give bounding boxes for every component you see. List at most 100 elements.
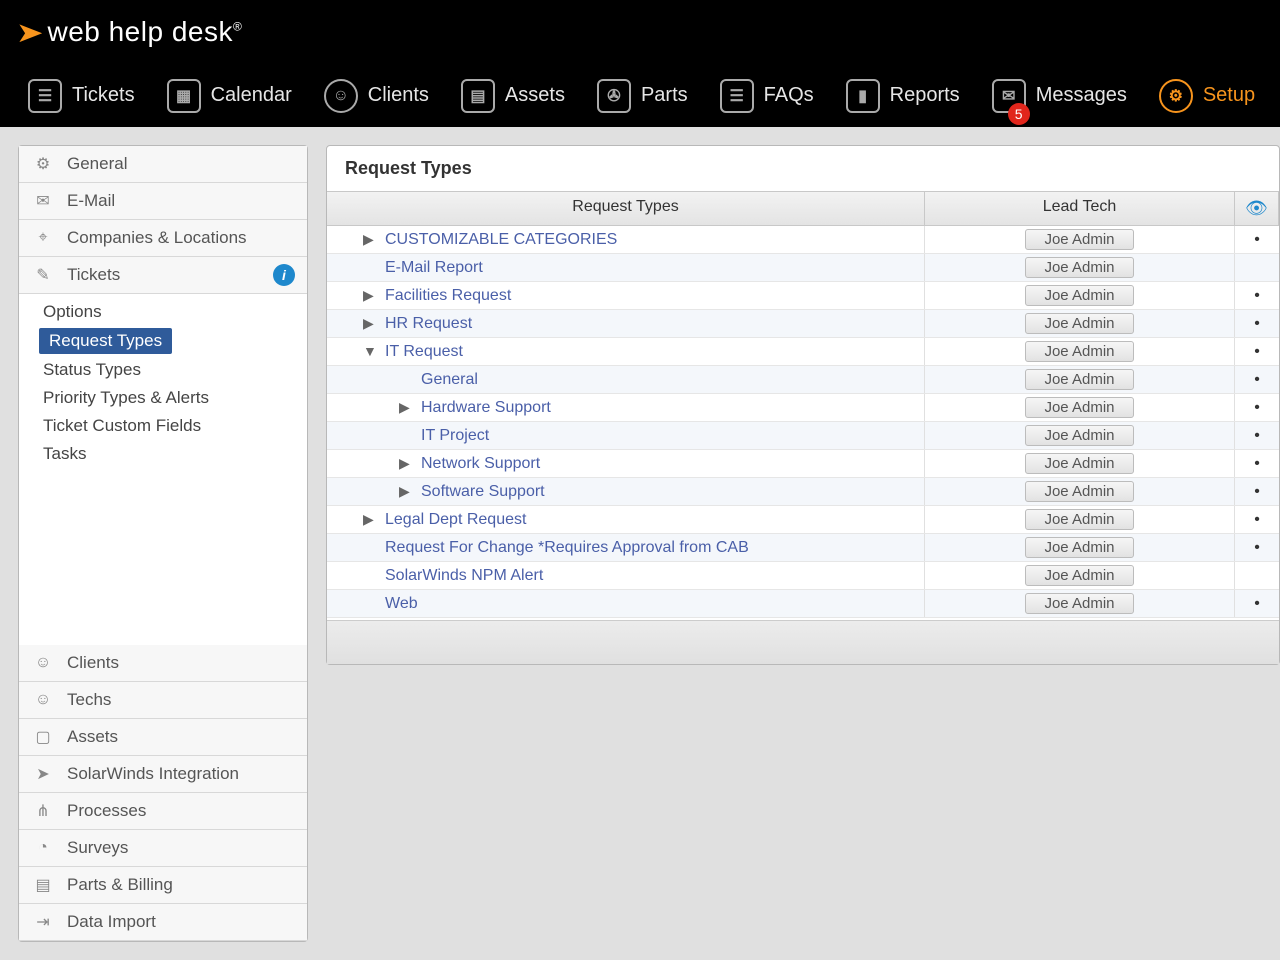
request-type-row[interactable]: ▶Software SupportJoe Admin•	[327, 478, 1279, 506]
request-type-name-cell[interactable]: ▶Facilities Request	[327, 282, 925, 309]
lead-tech-button[interactable]: Joe Admin	[1025, 425, 1133, 446]
sidebar-item-assets[interactable]: ▢Assets	[19, 719, 307, 756]
solarwinds-integration-icon: ➤	[31, 762, 55, 786]
col-header-name: Request Types	[327, 192, 925, 225]
request-type-row[interactable]: IT Project Joe Admin •	[327, 422, 1279, 450]
request-type-label: SolarWinds NPM Alert	[385, 567, 543, 585]
request-type-row[interactable]: ▶Hardware SupportJoe Admin•	[327, 394, 1279, 422]
collapse-icon[interactable]: ▼	[363, 343, 377, 359]
brand-logo-icon: ➤	[16, 16, 44, 49]
nav-messages[interactable]: ✉Messages5	[978, 71, 1141, 121]
nav-help[interactable]: ?Help	[1273, 71, 1280, 121]
sidebar-sub-request-types[interactable]: Request Types	[39, 328, 172, 354]
request-type-row[interactable]: WebJoe Admin•	[327, 590, 1279, 618]
nav-setup[interactable]: ⚙Setup	[1145, 71, 1269, 121]
sidebar-sub-options[interactable]: Options	[19, 298, 307, 326]
lead-tech-button[interactable]: Joe Admin	[1025, 257, 1133, 278]
expand-icon[interactable]: ▶	[399, 483, 413, 500]
lead-tech-cell: Joe Admin	[925, 422, 1235, 449]
request-type-name-cell[interactable]: General	[327, 366, 925, 393]
expand-icon[interactable]: ▶	[399, 455, 413, 472]
expand-icon[interactable]: ▶	[363, 511, 377, 528]
request-type-row[interactable]: GeneralJoe Admin•	[327, 366, 1279, 394]
nav-clients[interactable]: ☺Clients	[310, 71, 443, 121]
request-type-name-cell[interactable]: ▶Software Support	[327, 478, 925, 505]
request-type-row[interactable]: Request For Change *Requires Approval fr…	[327, 534, 1279, 562]
expand-icon[interactable]: ▶	[363, 231, 377, 248]
request-type-name-cell[interactable]: E-Mail Report	[327, 254, 925, 281]
request-type-row[interactable]: ▶Facilities RequestJoe Admin•	[327, 282, 1279, 310]
sidebar-item-clients[interactable]: ☺Clients	[19, 645, 307, 682]
faqs-icon: ☰	[720, 79, 754, 113]
nav-reports[interactable]: ▮Reports	[832, 71, 974, 121]
lead-tech-button[interactable]: Joe Admin	[1025, 593, 1133, 614]
sidebar-item-label: Parts & Billing	[67, 875, 173, 895]
request-type-name-cell[interactable]: ▶Hardware Support	[327, 394, 925, 421]
request-type-row[interactable]: E-Mail Report Joe Admin	[327, 254, 1279, 282]
lead-tech-button[interactable]: Joe Admin	[1025, 481, 1133, 502]
request-type-name-cell[interactable]: ▶HR Request	[327, 310, 925, 337]
sidebar-item-tickets[interactable]: ✎Ticketsi	[19, 257, 307, 294]
request-type-name-cell[interactable]: ▼IT Request	[327, 338, 925, 365]
request-type-row[interactable]: ▼IT RequestJoe Admin•	[327, 338, 1279, 366]
sidebar-item-general[interactable]: ⚙General	[19, 146, 307, 183]
lead-tech-button[interactable]: Joe Admin	[1025, 397, 1133, 418]
sidebar-item-solarwinds-integration[interactable]: ➤ SolarWinds Integration	[19, 756, 307, 793]
sidebar-item-surveys[interactable]: ◔Surveys	[19, 830, 307, 867]
lead-tech-button[interactable]: Joe Admin	[1025, 229, 1133, 250]
nav-parts[interactable]: ✇Parts	[583, 71, 702, 121]
request-type-name-cell[interactable]: Request For Change *Requires Approval fr…	[327, 534, 925, 561]
request-type-row[interactable]: ▶CUSTOMIZABLE CATEGORIESJoe Admin•	[327, 226, 1279, 254]
sidebar-sub-tasks[interactable]: Tasks	[19, 440, 307, 468]
sidebar-item-label: SolarWinds Integration	[67, 764, 239, 784]
sidebar-sub-priority-types-alerts[interactable]: Priority Types & Alerts	[19, 384, 307, 412]
request-type-name-cell[interactable]: IT Project	[327, 422, 925, 449]
lead-tech-button[interactable]: Joe Admin	[1025, 565, 1133, 586]
sidebar-sub-ticket-custom-fields[interactable]: Ticket Custom Fields	[19, 412, 307, 440]
clients-icon: ☺	[324, 79, 358, 113]
lead-tech-button[interactable]: Joe Admin	[1025, 453, 1133, 474]
sidebar-item-label: Processes	[67, 801, 146, 821]
lead-tech-button[interactable]: Joe Admin	[1025, 537, 1133, 558]
nav-calendar[interactable]: ▦Calendar	[153, 71, 306, 121]
sidebar-sub-status-types[interactable]: Status Types	[19, 356, 307, 384]
nav-faqs[interactable]: ☰FAQs	[706, 71, 828, 121]
sidebar-item-label: Clients	[67, 653, 119, 673]
visibility-dot: •	[1235, 450, 1279, 477]
lead-tech-button[interactable]: Joe Admin	[1025, 313, 1133, 334]
lead-tech-button[interactable]: Joe Admin	[1025, 509, 1133, 530]
request-type-row[interactable]: ▶Network Support Joe Admin •	[327, 450, 1279, 478]
sidebar-item-data-import[interactable]: ⇥Data Import	[19, 904, 307, 941]
request-type-row[interactable]: SolarWinds NPM Alert Joe Admin	[327, 562, 1279, 590]
main-panel: Request Types Request Types Lead Tech 👁 …	[326, 145, 1280, 665]
request-type-row[interactable]: ▶HR RequestJoe Admin•	[327, 310, 1279, 338]
expand-icon[interactable]: ▶	[363, 315, 377, 332]
lead-tech-button[interactable]: Joe Admin	[1025, 285, 1133, 306]
request-type-row[interactable]: ▶Legal Dept RequestJoe Admin•	[327, 506, 1279, 534]
lead-tech-button[interactable]: Joe Admin	[1025, 369, 1133, 390]
request-type-name-cell[interactable]: Web	[327, 590, 925, 617]
sidebar-item-processes[interactable]: ⋔Processes	[19, 793, 307, 830]
nav-tickets[interactable]: ☰Tickets	[14, 71, 149, 121]
request-type-name-cell[interactable]: ▶Network Support	[327, 450, 925, 477]
nav-assets[interactable]: ▤Assets	[447, 71, 579, 121]
sidebar-item-techs[interactable]: ☺Techs	[19, 682, 307, 719]
nav-label: Parts	[641, 84, 688, 107]
request-type-name-cell[interactable]: ▶CUSTOMIZABLE CATEGORIES	[327, 226, 925, 253]
request-type-name-cell[interactable]: ▶Legal Dept Request	[327, 506, 925, 533]
sidebar-item-companies-locations[interactable]: ⌖ Companies & Locations	[19, 220, 307, 257]
nav-label: Setup	[1203, 84, 1255, 107]
visibility-dot: •	[1235, 422, 1279, 449]
setup-sidebar: ⚙General✉E-Mail ⌖ Companies & Locations ✎Ti…	[18, 145, 308, 942]
brand-name: web help desk®	[47, 16, 242, 48]
request-type-name-cell[interactable]: SolarWinds NPM Alert	[327, 562, 925, 589]
surveys-icon: ◔	[31, 836, 55, 860]
expand-icon[interactable]: ▶	[363, 287, 377, 304]
info-icon[interactable]: i	[273, 264, 295, 286]
sidebar-item-e-mail[interactable]: ✉E-Mail	[19, 183, 307, 220]
sidebar-item-label: Companies & Locations	[67, 228, 247, 248]
lead-tech-button[interactable]: Joe Admin	[1025, 341, 1133, 362]
expand-icon[interactable]: ▶	[399, 399, 413, 416]
companies-locations-icon: ⌖	[31, 226, 55, 250]
sidebar-item-parts-billing[interactable]: ▤Parts & Billing	[19, 867, 307, 904]
